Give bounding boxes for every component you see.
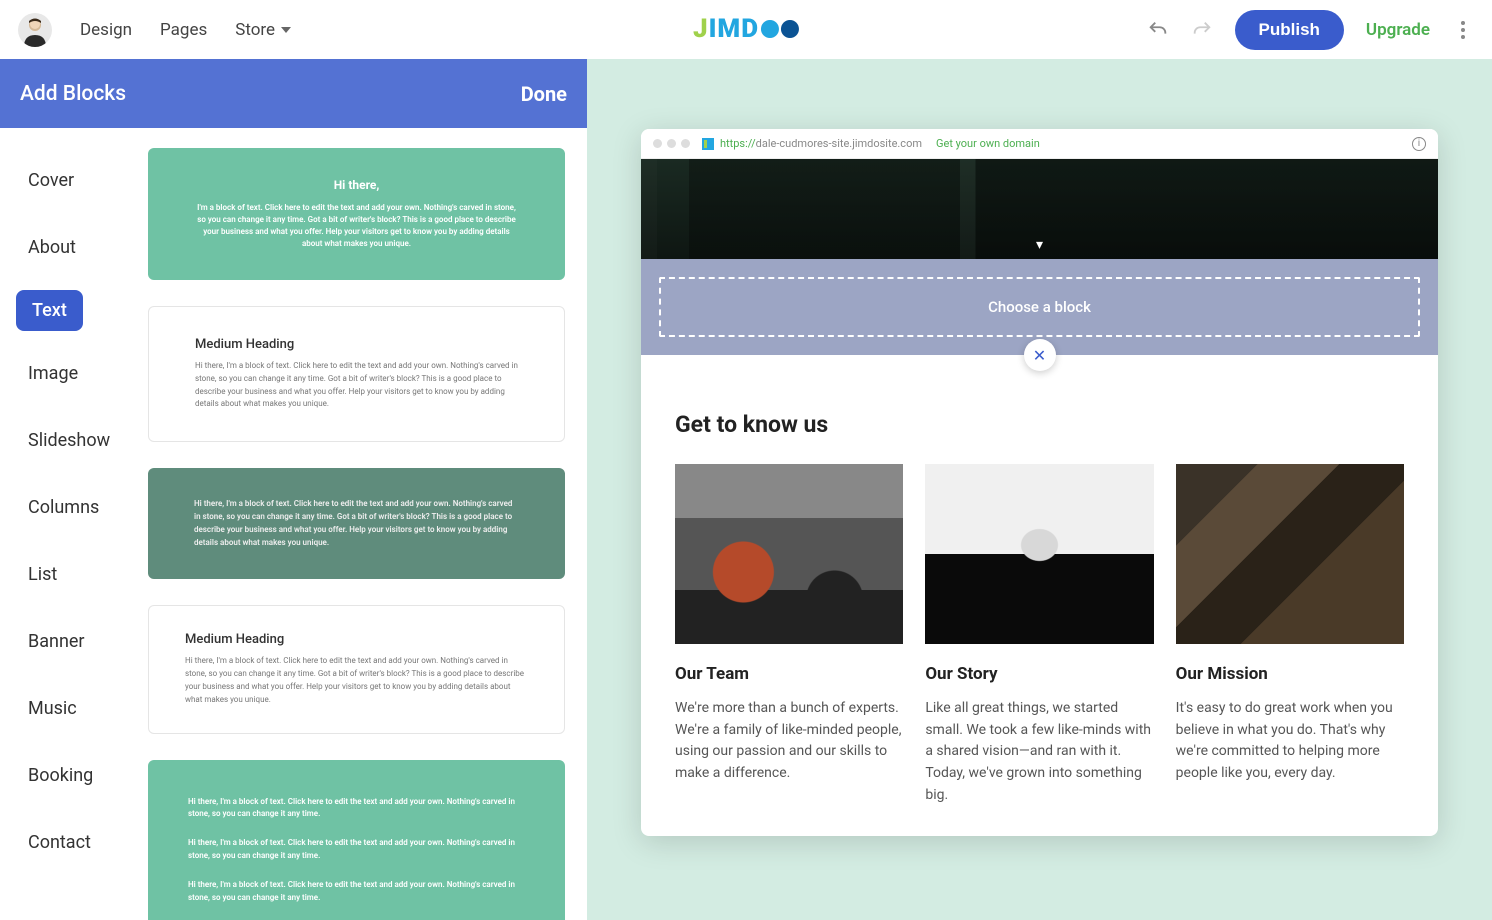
- column-body: We're more than a bunch of experts. We'r…: [675, 698, 903, 785]
- panel-title: Add Blocks: [20, 82, 126, 106]
- url-text: https://dale-cudmores-site.jimdosite.com: [720, 137, 922, 150]
- column-image: [925, 464, 1153, 644]
- block-paragraph: Hi there, I'm a block of text. Click her…: [188, 837, 525, 863]
- category-contact[interactable]: Contact: [16, 818, 138, 867]
- chevron-down-icon: [281, 27, 291, 33]
- category-music[interactable]: Music: [16, 684, 138, 733]
- category-about[interactable]: About: [16, 223, 138, 272]
- category-text[interactable]: Text: [16, 290, 83, 331]
- column-our-mission[interactable]: Our Mission It's easy to do great work w…: [1176, 464, 1404, 806]
- text-block-template-4[interactable]: Medium Heading Hi there, I'm a block of …: [148, 605, 565, 733]
- top-nav: Design Pages Store: [80, 20, 291, 40]
- favicon-icon: [702, 138, 714, 150]
- user-avatar[interactable]: [18, 13, 52, 47]
- category-cover[interactable]: Cover: [16, 156, 138, 205]
- block-paragraph: Hi there, I'm a block of text. Click her…: [185, 655, 528, 706]
- category-slideshow[interactable]: Slideshow: [16, 416, 138, 465]
- chevron-down-icon[interactable]: ▾: [1036, 237, 1043, 259]
- hero-section[interactable]: ▾: [641, 159, 1438, 259]
- column-body: Like all great things, we started small.…: [925, 698, 1153, 806]
- column-image: [1176, 464, 1404, 644]
- get-domain-link[interactable]: Get your own domain: [936, 137, 1040, 150]
- more-menu-icon[interactable]: [1452, 19, 1474, 41]
- redo-icon[interactable]: [1191, 19, 1213, 41]
- nav-design[interactable]: Design: [80, 20, 132, 40]
- site-preview-canvas: https://dale-cudmores-site.jimdosite.com…: [587, 59, 1492, 920]
- undo-icon[interactable]: [1147, 19, 1169, 41]
- category-columns[interactable]: Columns: [16, 483, 138, 532]
- nav-store-label: Store: [235, 20, 275, 40]
- three-column-row: Our Team We're more than a bunch of expe…: [675, 464, 1404, 806]
- upgrade-link[interactable]: Upgrade: [1366, 20, 1430, 40]
- category-image[interactable]: Image: [16, 349, 138, 398]
- content-section: Get to know us Our Team We're more than …: [641, 371, 1438, 836]
- panel-header: Add Blocks Done: [0, 59, 587, 128]
- block-paragraph: Hi there, I'm a block of text. Click her…: [195, 360, 518, 411]
- close-icon[interactable]: ✕: [1024, 339, 1056, 371]
- block-paragraph: Hi there, I'm a block of text. Click her…: [194, 498, 519, 549]
- text-block-template-3[interactable]: Hi there, I'm a block of text. Click her…: [148, 468, 565, 579]
- column-title: Our Team: [675, 664, 903, 684]
- block-paragraph: I'm a block of text. Click here to edit …: [194, 202, 519, 250]
- browser-url-bar: https://dale-cudmores-site.jimdosite.com…: [641, 129, 1438, 159]
- nav-store[interactable]: Store: [235, 20, 291, 40]
- block-heading: Medium Heading: [195, 337, 518, 352]
- block-paragraph: Hi there, I'm a block of text. Click her…: [188, 796, 525, 822]
- column-our-team[interactable]: Our Team We're more than a bunch of expe…: [675, 464, 903, 806]
- add-blocks-panel: Add Blocks Done Cover About Text Image S…: [0, 59, 587, 920]
- block-templates-list[interactable]: Hi there, I'm a block of text. Click her…: [138, 128, 587, 920]
- publish-button[interactable]: Publish: [1235, 10, 1344, 50]
- category-booking[interactable]: Booking: [16, 751, 138, 800]
- column-title: Our Mission: [1176, 664, 1404, 684]
- block-categories: Cover About Text Image Slideshow Columns…: [0, 128, 138, 920]
- top-right: Publish Upgrade: [1147, 10, 1474, 50]
- traffic-lights-icon: [653, 139, 690, 148]
- choose-block-label: Choose a block: [988, 298, 1091, 316]
- browser-frame: https://dale-cudmores-site.jimdosite.com…: [641, 129, 1438, 836]
- nav-pages[interactable]: Pages: [160, 20, 207, 40]
- text-block-template-5[interactable]: Hi there, I'm a block of text. Click her…: [148, 760, 565, 920]
- column-body: It's easy to do great work when you beli…: [1176, 698, 1404, 785]
- jimdo-logo: JIMD: [693, 14, 799, 44]
- info-icon[interactable]: i: [1412, 137, 1426, 151]
- column-title: Our Story: [925, 664, 1153, 684]
- section-title: Get to know us: [675, 411, 1404, 438]
- category-banner[interactable]: Banner: [16, 617, 138, 666]
- block-heading: Hi there,: [194, 178, 519, 192]
- block-heading: Medium Heading: [185, 632, 528, 647]
- top-bar: Design Pages Store JIMD Publish Upgrade: [0, 0, 1492, 59]
- column-our-story[interactable]: Our Story Like all great things, we star…: [925, 464, 1153, 806]
- column-image: [675, 464, 903, 644]
- text-block-template-2[interactable]: Medium Heading Hi there, I'm a block of …: [148, 306, 565, 442]
- category-list[interactable]: List: [16, 550, 138, 599]
- text-block-template-1[interactable]: Hi there, I'm a block of text. Click her…: [148, 148, 565, 280]
- block-paragraph: Hi there, I'm a block of text. Click her…: [188, 879, 525, 905]
- done-button[interactable]: Done: [521, 82, 567, 106]
